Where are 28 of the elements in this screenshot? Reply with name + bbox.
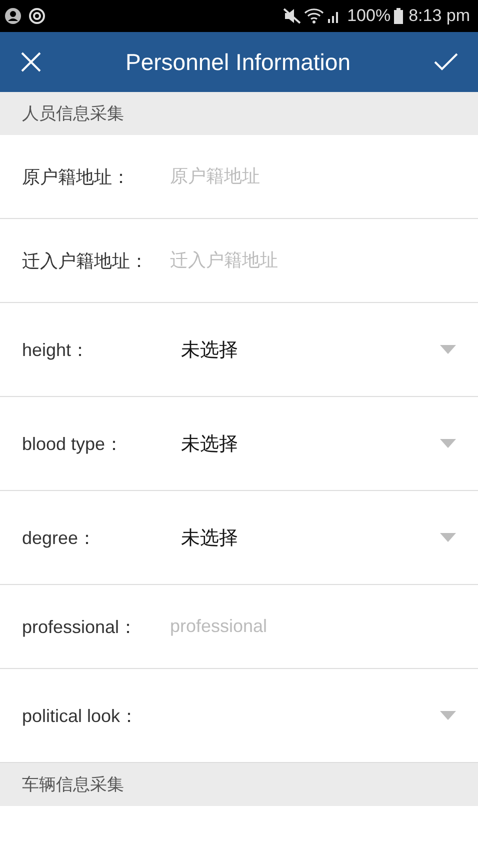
dropdown[interactable]: 未选择 <box>170 422 456 466</box>
account-icon <box>4 7 22 25</box>
section-title: 人员信息采集 <box>22 103 124 125</box>
input-field[interactable]: professional <box>170 612 456 641</box>
mute-icon <box>283 8 302 24</box>
field-label: political look： <box>22 704 140 728</box>
section-title: 车辆信息采集 <box>22 774 124 796</box>
field-label: 原户籍地址： <box>22 166 131 188</box>
close-icon <box>20 51 42 73</box>
battery-icon <box>394 8 403 24</box>
check-icon <box>434 53 458 71</box>
dropdown[interactable]: 未选择 <box>170 516 456 560</box>
dropdown-arrow-icon <box>440 711 456 720</box>
input-field[interactable]: 迁入户籍地址 <box>170 246 456 275</box>
dropdown-arrow-icon <box>440 439 456 448</box>
field-label: height： <box>22 338 90 362</box>
battery-percent: 100% <box>347 6 391 26</box>
field-label: 迁入户籍地址： <box>22 250 149 272</box>
screen-title: Personnel Information <box>125 48 350 76</box>
dropdown-arrow-icon <box>440 533 456 542</box>
dropdown-arrow-icon <box>440 345 456 354</box>
field-label: degree： <box>22 526 98 550</box>
dropdown[interactable]: 未选择 <box>170 328 456 372</box>
input-field[interactable]: 原户籍地址 <box>170 162 456 191</box>
field-label: professional： <box>22 616 138 638</box>
wifi-icon <box>304 8 324 24</box>
clock: 8:13 pm <box>408 6 470 26</box>
field-label: blood type： <box>22 432 124 456</box>
